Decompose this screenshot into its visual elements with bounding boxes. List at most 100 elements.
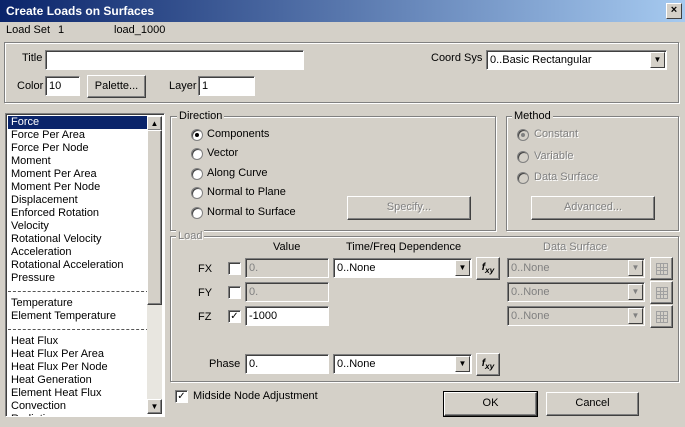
list-item[interactable]: Heat Flux — [8, 335, 149, 348]
datasurface-column-header: Data Surface — [543, 241, 608, 253]
component-value-input[interactable]: 0. — [245, 282, 329, 302]
grid-glyph — [655, 287, 668, 299]
method-option-label: Constant — [534, 128, 579, 140]
method-option-label: Data Surface — [534, 171, 599, 183]
title-input[interactable] — [45, 50, 304, 70]
list-scrollbar[interactable]: ▲ ▼ — [147, 116, 162, 414]
method-title: Method — [512, 110, 553, 122]
scroll-thumb[interactable] — [147, 130, 162, 305]
direction-radio[interactable] — [191, 168, 203, 180]
list-item[interactable]: Acceleration — [8, 246, 149, 259]
load-type-list[interactable]: Force Force Per Area Force Per Node Moment M… — [5, 113, 165, 417]
direction-option-label: Vector — [207, 147, 239, 159]
check-icon: ✓ — [177, 391, 186, 402]
function-xy-icon[interactable]: fxy — [476, 353, 500, 376]
chevron-down-icon[interactable]: ▼ — [455, 260, 470, 276]
ok-button[interactable]: OK — [443, 391, 538, 417]
chevron-down-icon[interactable]: ▼ — [628, 284, 643, 300]
list-separator — [8, 329, 149, 330]
list-item[interactable]: Element Heat Flux — [8, 387, 149, 400]
cancel-button[interactable]: Cancel — [546, 392, 639, 416]
component-value-input[interactable]: -1000 — [245, 306, 329, 326]
direction-radio[interactable] — [191, 148, 203, 160]
grid-glyph — [655, 311, 668, 323]
time-column-header: Time/Freq Dependence — [346, 241, 462, 253]
layer-input[interactable]: 1 — [198, 76, 255, 96]
list-item[interactable]: Force — [8, 116, 149, 129]
color-input[interactable]: 10 — [45, 76, 80, 96]
list-item[interactable]: Enforced Rotation — [8, 207, 149, 220]
direction-option-label: Normal to Plane — [207, 186, 286, 198]
radio-dot — [195, 133, 199, 137]
function-xy-icon[interactable]: fxy — [476, 257, 500, 280]
list-item[interactable]: Element Temperature — [8, 310, 149, 323]
title-label: Title — [22, 52, 43, 64]
list-item[interactable]: Velocity — [8, 220, 149, 233]
list-item[interactable]: Rotational Velocity — [8, 233, 149, 246]
table-grid-icon[interactable] — [650, 257, 673, 280]
data-surface-value: 0..None — [511, 310, 550, 322]
component-label: FZ — [198, 311, 212, 323]
direction-option-label: Along Curve — [207, 167, 268, 179]
direction-radio[interactable] — [191, 207, 203, 219]
coordsys-select[interactable]: 0..Basic Rectangular ▼ — [486, 50, 667, 70]
method-radio[interactable] — [517, 129, 529, 141]
table-grid-icon[interactable] — [650, 305, 673, 328]
midside-checkbox[interactable]: ✓ — [175, 390, 188, 403]
chevron-down-icon[interactable]: ▼ — [628, 260, 643, 276]
list-item[interactable]: Moment Per Node — [8, 181, 149, 194]
specify-button[interactable]: Specify... — [347, 196, 471, 220]
title-bar: Create Loads on Surfaces × — [0, 0, 685, 22]
direction-radio[interactable] — [191, 129, 203, 141]
scroll-up-icon[interactable]: ▲ — [147, 116, 162, 131]
data-surface-select[interactable]: 0..None ▼ — [507, 282, 645, 302]
list-item[interactable]: Heat Flux Per Node — [8, 361, 149, 374]
table-grid-icon[interactable] — [650, 281, 673, 304]
component-checkbox[interactable]: ✓ — [228, 310, 241, 323]
direction-option-label: Components — [207, 128, 270, 140]
component-checkbox[interactable] — [228, 286, 241, 299]
check-icon: ✓ — [230, 311, 239, 322]
method-radio[interactable] — [517, 151, 529, 163]
fxy-sub: xy — [485, 361, 495, 371]
list-item[interactable]: Temperature — [8, 297, 149, 310]
list-item[interactable]: Radiation — [8, 413, 149, 416]
component-value-input[interactable]: 0. — [245, 258, 329, 278]
grid-glyph — [655, 263, 668, 275]
list-item[interactable]: Pressure — [8, 272, 149, 285]
scroll-down-icon[interactable]: ▼ — [147, 399, 162, 414]
list-item[interactable]: Force Per Node — [8, 142, 149, 155]
list-item[interactable]: Heat Flux Per Area — [8, 348, 149, 361]
list-separator — [8, 291, 149, 292]
advanced-label: Advanced... — [563, 201, 623, 213]
component-checkbox[interactable] — [228, 262, 241, 275]
loadset-number: 1 — [58, 24, 65, 36]
list-item[interactable]: Moment — [8, 155, 149, 168]
list-item[interactable]: Rotational Acceleration — [8, 259, 149, 272]
coordsys-label: Coord Sys — [431, 52, 483, 64]
chevron-down-icon[interactable]: ▼ — [650, 52, 665, 68]
chevron-down-icon[interactable]: ▼ — [455, 356, 470, 372]
time-dependence-select[interactable]: 0..None ▼ — [333, 258, 472, 278]
direction-radio[interactable] — [191, 187, 203, 199]
palette-button[interactable]: Palette... — [87, 75, 146, 98]
direction-option-label: Normal to Surface — [207, 206, 296, 218]
phase-time-value: 0..None — [337, 358, 376, 370]
advanced-button[interactable]: Advanced... — [531, 196, 655, 220]
data-surface-select[interactable]: 0..None ▼ — [507, 258, 645, 278]
chevron-down-icon[interactable]: ▼ — [628, 308, 643, 324]
window-title: Create Loads on Surfaces — [6, 4, 155, 18]
time-dependence-value: 0..None — [337, 262, 376, 274]
phase-time-select[interactable]: 0..None ▼ — [333, 354, 472, 374]
phase-input[interactable]: 0. — [245, 354, 329, 374]
list-item[interactable]: Convection — [8, 400, 149, 413]
list-item[interactable]: Displacement — [8, 194, 149, 207]
method-radio[interactable] — [517, 172, 529, 184]
value-column-header: Value — [273, 241, 301, 253]
list-item[interactable]: Heat Generation — [8, 374, 149, 387]
data-surface-select[interactable]: 0..None ▼ — [507, 306, 645, 326]
close-icon[interactable]: × — [666, 3, 682, 19]
list-item[interactable]: Moment Per Area — [8, 168, 149, 181]
color-label: Color — [17, 80, 44, 92]
list-item[interactable]: Force Per Area — [8, 129, 149, 142]
